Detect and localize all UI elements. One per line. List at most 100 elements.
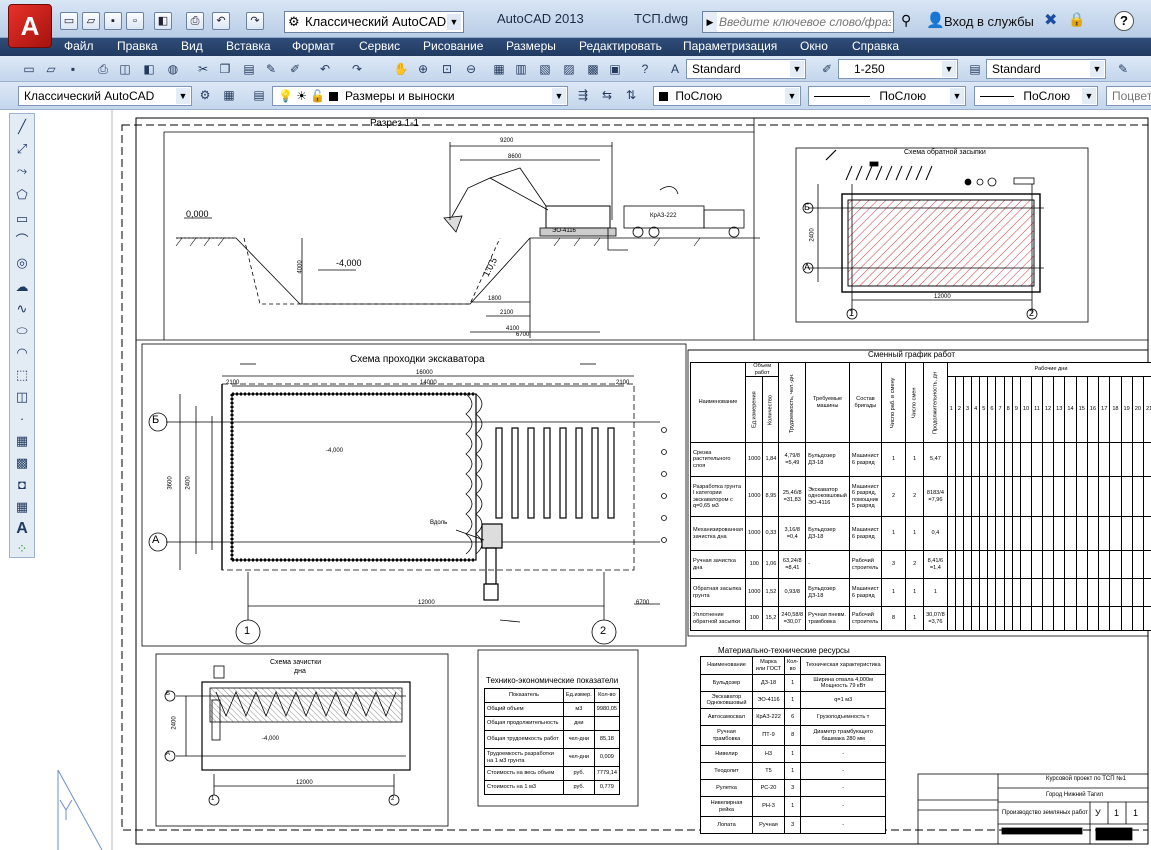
calculator-icon[interactable]: ▣ <box>606 60 624 78</box>
table-style-select[interactable]: Standard ▼ <box>986 59 1106 79</box>
layer-select[interactable]: 💡 ☀ 🔓 Размеры и выноски ▼ <box>272 86 568 106</box>
autocad-logo-icon[interactable]: A <box>8 4 52 48</box>
publish-icon[interactable]: ◧ <box>154 12 172 30</box>
match-props-icon[interactable]: ✎ <box>262 60 280 78</box>
tep-cell: Общая трудоемкость работ <box>484 730 564 749</box>
add-selected-icon[interactable]: ⁘ <box>13 540 31 558</box>
workspace-select-2[interactable]: Классический AutoCAD ▼ <box>18 86 192 106</box>
multiline-text-icon[interactable]: A <box>13 520 31 538</box>
gradient-icon[interactable]: ▩ <box>13 454 31 472</box>
layer-states-icon[interactable]: ⇅ <box>622 86 640 104</box>
make-block-icon[interactable]: ◫ <box>13 388 31 406</box>
lock-icon[interactable]: 🔒 <box>1068 11 1085 28</box>
design-center-icon[interactable]: ▥ <box>512 60 530 78</box>
layer-previous-icon[interactable]: ⇆ <box>598 86 616 104</box>
menu-modify[interactable]: Редактировать <box>579 39 662 53</box>
menu-help[interactable]: Справка <box>852 39 899 53</box>
table-icon[interactable]: ▦ <box>13 498 31 516</box>
save-icon[interactable]: ▪ <box>104 12 122 30</box>
help-icon[interactable]: ? <box>1114 11 1134 31</box>
plotstyle-select[interactable]: Поцвет <box>1106 86 1151 106</box>
brush-icon[interactable]: ✐ <box>286 60 304 78</box>
color-select[interactable]: ПоСлою ▼ <box>653 86 801 106</box>
lineweight-select[interactable]: ПоСлою ▼ <box>974 86 1098 106</box>
text-style-select[interactable]: Standard ▼ <box>686 59 806 79</box>
new-icon[interactable]: ▭ <box>20 60 38 78</box>
arc-icon[interactable]: ⌒ <box>13 232 31 250</box>
ellipse-arc-icon[interactable]: ◠ <box>13 344 31 362</box>
hatch-icon[interactable]: ▦ <box>13 432 31 450</box>
zoom-realtime-icon[interactable]: ⊕ <box>414 60 432 78</box>
search-box[interactable]: ▶ <box>702 11 894 33</box>
linetype-select[interactable]: ПоСлою ▼ <box>808 86 966 106</box>
zoom-previous-icon[interactable]: ⊖ <box>462 60 480 78</box>
ellipse-icon[interactable]: ⬭ <box>13 322 31 340</box>
day-cell <box>971 550 981 579</box>
menu-edit[interactable]: Правка <box>117 39 158 53</box>
make-current-icon[interactable]: ⇶ <box>574 86 592 104</box>
menu-draw[interactable]: Рисование <box>423 39 483 53</box>
menu-dimension[interactable]: Размеры <box>506 39 556 53</box>
expand-arrow-icon[interactable]: ▶ <box>703 12 717 32</box>
day-cell <box>1053 578 1066 607</box>
preview-icon[interactable]: ◫ <box>116 60 134 78</box>
print-icon[interactable]: ⎙ <box>186 12 204 30</box>
exchange-icon[interactable]: ✖ <box>1044 10 1057 30</box>
undo-icon[interactable]: ↶ <box>316 60 334 78</box>
construction-line-icon[interactable]: ⤢ <box>13 140 31 158</box>
table-style-icon[interactable]: ▤ <box>966 60 984 78</box>
day-cell <box>995 550 1005 579</box>
dim-style-select[interactable]: 1-250 ▼ <box>838 59 958 79</box>
polygon-icon[interactable]: ⬠ <box>13 186 31 204</box>
markup-icon[interactable]: ▩ <box>584 60 602 78</box>
spline-icon[interactable]: ∿ <box>13 300 31 318</box>
workspace-settings-icon[interactable]: ▦ <box>220 86 238 104</box>
plot-icon[interactable]: ⎙ <box>94 60 112 78</box>
gear-icon[interactable]: ⚙ <box>196 86 214 104</box>
pan-icon[interactable]: ✋ <box>392 60 410 78</box>
globe-icon[interactable]: ◍ <box>164 60 182 78</box>
menu-insert[interactable]: Вставка <box>226 39 271 53</box>
menu-parametric[interactable]: Параметризация <box>683 39 777 53</box>
search-input[interactable] <box>719 13 891 31</box>
copy-icon[interactable]: ❐ <box>216 60 234 78</box>
menu-file[interactable]: Файл <box>64 39 94 53</box>
redo-icon[interactable]: ↷ <box>246 12 264 30</box>
text-style-icon[interactable]: A <box>666 60 684 78</box>
help-icon[interactable]: ? <box>636 60 654 78</box>
zoom-window-icon[interactable]: ⊡ <box>438 60 456 78</box>
schedule-cell: Разработка грунта I категории экскаватор… <box>689 476 747 517</box>
login-link[interactable]: Вход в службы <box>944 14 1034 29</box>
multileader-style-icon[interactable]: ✎ <box>1114 60 1132 78</box>
point-icon[interactable]: · <box>13 410 31 428</box>
sheet-set-icon[interactable]: ▨ <box>560 60 578 78</box>
region-icon[interactable]: ◘ <box>13 476 31 494</box>
new-file-icon[interactable]: ▭ <box>60 12 78 30</box>
menu-view[interactable]: Вид <box>181 39 203 53</box>
open-file-icon[interactable]: ▱ <box>82 12 100 30</box>
line-icon[interactable]: ╱ <box>13 118 31 136</box>
redo-icon[interactable]: ↷ <box>348 60 366 78</box>
revision-cloud-icon[interactable]: ☁ <box>13 278 31 296</box>
menu-window[interactable]: Окно <box>800 39 828 53</box>
insert-block-icon[interactable]: ⬚ <box>13 366 31 384</box>
menu-tools[interactable]: Сервис <box>359 39 400 53</box>
undo-icon[interactable]: ↶ <box>212 12 230 30</box>
menu-format[interactable]: Формат <box>292 39 335 53</box>
open-icon[interactable]: ▱ <box>42 60 60 78</box>
circle-icon[interactable]: ◎ <box>13 254 31 272</box>
save-icon[interactable]: ▪ <box>64 60 82 78</box>
publish-icon[interactable]: ◧ <box>140 60 158 78</box>
cut-icon[interactable]: ✂ <box>194 60 212 78</box>
dim-style-icon[interactable]: ✐ <box>818 60 836 78</box>
polyline-icon[interactable]: ⤳ <box>13 162 31 180</box>
layer-properties-icon[interactable]: ▤ <box>250 86 268 104</box>
paste-icon[interactable]: ▤ <box>240 60 258 78</box>
drawing-canvas[interactable]: Разрез 1-1 9200 8600 0,000 -4,000 1:0,5 … <box>0 110 1151 850</box>
properties-icon[interactable]: ▦ <box>490 60 508 78</box>
save-as-icon[interactable]: ▫ <box>126 12 144 30</box>
rectangle-icon[interactable]: ▭ <box>13 210 31 228</box>
tool-palettes-icon[interactable]: ▧ <box>536 60 554 78</box>
binoculars-icon[interactable]: ⚲ <box>901 12 911 29</box>
workspace-select[interactable]: ⚙ Классический AutoCAD ▼ <box>284 11 464 33</box>
